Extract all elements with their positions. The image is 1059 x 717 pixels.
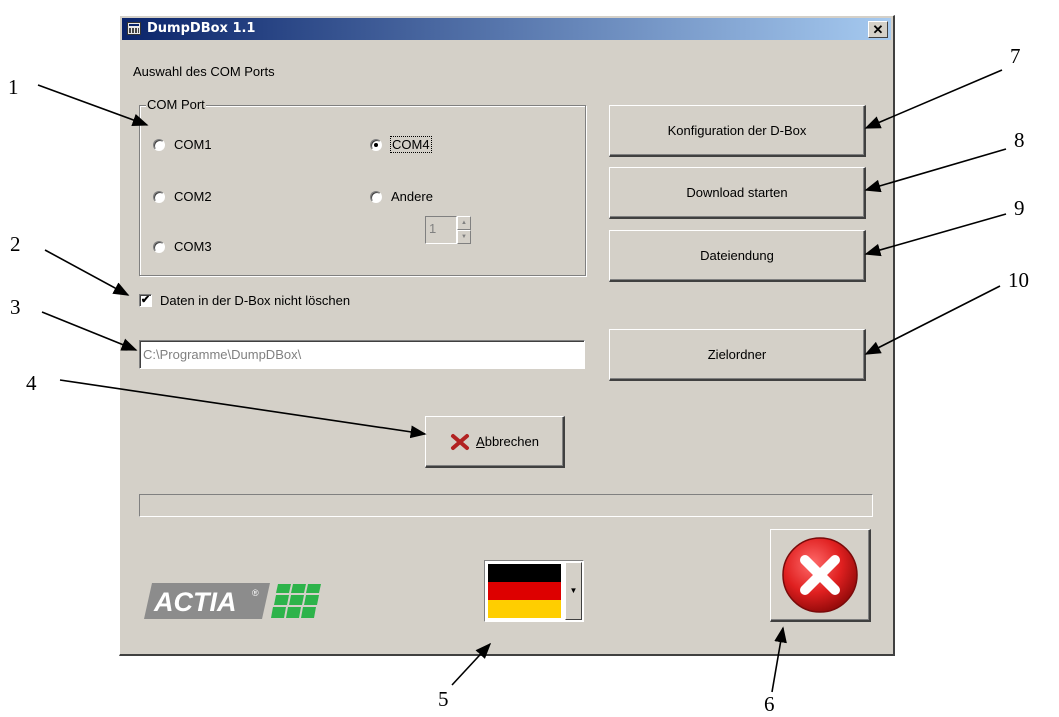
radio-com4[interactable]: COM4 <box>370 136 432 153</box>
file-extension-button[interactable]: Dateiendung <box>609 230 866 282</box>
window-title: DumpDBox 1.1 <box>147 21 256 36</box>
com-port-legend: COM Port <box>146 97 206 112</box>
callout-10: 10 <box>1008 268 1029 292</box>
callout-3: 3 <box>10 295 21 319</box>
callout-4: 4 <box>26 371 37 395</box>
radio-com3-label: COM3 <box>174 239 212 254</box>
config-dbox-label: Konfiguration der D-Box <box>667 123 807 138</box>
radio-com1-label: COM1 <box>174 137 212 152</box>
language-select[interactable]: ▼ <box>484 560 584 622</box>
arrow-2 <box>44 249 130 296</box>
radio-com2[interactable]: COM2 <box>153 189 212 204</box>
radio-other[interactable]: Andere <box>370 189 433 204</box>
exit-button[interactable] <box>770 529 871 622</box>
radio-com2-label: COM2 <box>174 189 212 204</box>
language-dropdown-button[interactable]: ▼ <box>565 562 582 620</box>
radio-com1-dot[interactable] <box>153 138 165 151</box>
target-path-input[interactable]: C:\Programme\DumpDBox\ <box>139 340 585 369</box>
target-folder-button[interactable]: Zielordner <box>609 329 866 381</box>
keep-data-label: Daten in der D-Box nicht löschen <box>160 293 351 308</box>
callout-2: 2 <box>10 232 21 256</box>
callout-1: 1 <box>8 75 19 99</box>
callout-6: 6 <box>764 692 775 716</box>
radio-com3[interactable]: COM3 <box>153 239 212 254</box>
keep-data-checkbox-row[interactable]: ✔ Daten in der D-Box nicht löschen <box>139 293 350 308</box>
radio-com1[interactable]: COM1 <box>153 137 212 152</box>
spin-up-button[interactable]: ▲ <box>457 216 471 230</box>
title-bar[interactable]: DumpDBox 1.1 ✕ <box>122 18 891 40</box>
app-icon <box>127 22 141 35</box>
radio-other-dot[interactable] <box>370 190 382 203</box>
german-flag-icon <box>488 564 561 618</box>
svg-text:®: ® <box>252 588 259 598</box>
radio-com4-dot[interactable] <box>370 138 382 151</box>
window-close-button[interactable]: ✕ <box>868 21 888 38</box>
radio-com3-dot[interactable] <box>153 240 165 253</box>
cancel-button[interactable]: Abbrechen <box>425 416 565 468</box>
radio-com4-label: COM4 <box>390 136 432 153</box>
radio-other-label: Andere <box>391 189 433 204</box>
other-port-value[interactable]: 1 <box>425 216 457 244</box>
radio-com2-dot[interactable] <box>153 190 165 203</box>
callout-5: 5 <box>438 687 449 711</box>
actia-logo-graphic: ACTIA ® <box>144 583 321 619</box>
other-port-spinner[interactable]: 1 ▲ ▼ <box>425 216 471 244</box>
download-progress-bar <box>139 494 873 517</box>
keep-data-checkbox[interactable]: ✔ <box>139 294 152 307</box>
target-folder-label: Zielordner <box>707 347 767 362</box>
callout-7: 7 <box>1010 44 1021 68</box>
download-start-button[interactable]: Download starten <box>609 167 866 219</box>
dumpdbox-window: DumpDBox 1.1 ✕ Auswahl des COM Ports COM… <box>119 15 895 656</box>
callout-8: 8 <box>1014 128 1025 152</box>
callout-9: 9 <box>1014 196 1025 220</box>
svg-text:ACTIA: ACTIA <box>153 587 237 617</box>
spin-down-button[interactable]: ▼ <box>457 230 471 244</box>
config-dbox-button[interactable]: Konfiguration der D-Box <box>609 105 866 157</box>
download-start-label: Download starten <box>686 185 788 200</box>
file-extension-label: Dateiendung <box>700 248 774 263</box>
cancel-label: Abbrechen <box>476 434 539 449</box>
close-red-icon <box>782 537 858 613</box>
actia-logo: ACTIA ® <box>138 580 328 622</box>
cancel-x-icon <box>451 433 470 450</box>
com-section-label: Auswahl des COM Ports <box>133 64 275 79</box>
com-port-group: COM Port COM1 COM2 COM3 COM4 Andere <box>139 97 586 276</box>
